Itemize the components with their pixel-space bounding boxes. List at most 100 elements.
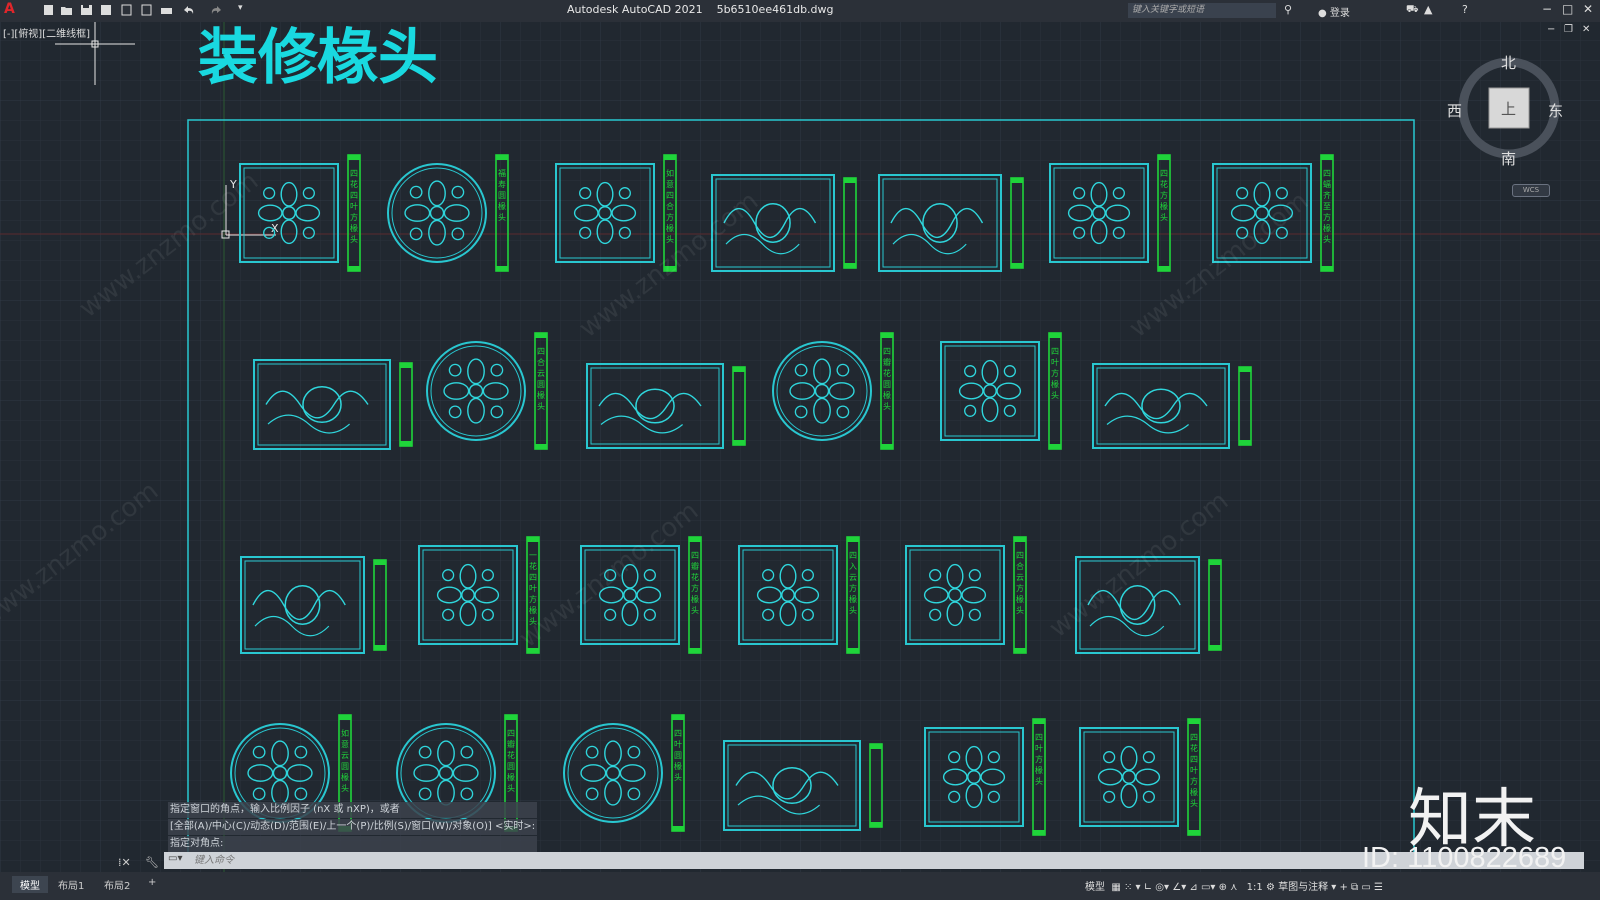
- viewport-controls[interactable]: [-][俯视][二维线框]: [3, 25, 90, 40]
- label-char: 椽: [507, 772, 515, 782]
- maximize-icon[interactable]: □: [1562, 2, 1573, 16]
- grid-icon[interactable]: ▦ ⁙ ▾ ∟ ◎▾ ∠▾ ⊿ ▭▾ ⊕ ⋏: [1108, 882, 1237, 893]
- status-tools-icon[interactable]: ▾ + ⧉ ▭ ☰: [1331, 882, 1383, 893]
- help-search-input[interactable]: 键入关键字或短语: [1128, 3, 1276, 18]
- label-char: 花: [883, 368, 891, 378]
- app-title: Autodesk AutoCAD 2021 5b6510ee461db.dwg: [567, 3, 834, 16]
- compass-south[interactable]: 南: [1501, 148, 1516, 169]
- tab-model[interactable]: 模型: [12, 876, 48, 893]
- model-space-button[interactable]: 模型: [1085, 882, 1105, 893]
- tab-layout2[interactable]: 布局2: [96, 876, 138, 893]
- close-icon[interactable]: ✕: [1583, 2, 1593, 16]
- label-char: 椽: [883, 390, 891, 400]
- minimize-icon[interactable]: −: [1542, 2, 1552, 16]
- label-char: 椽: [1016, 594, 1024, 604]
- label-char: 头: [1323, 234, 1331, 244]
- compass-east[interactable]: 东: [1548, 100, 1563, 121]
- label-char: 头: [691, 605, 699, 615]
- label-char: 方: [350, 212, 358, 222]
- label-char: 圆: [507, 762, 515, 771]
- command-input[interactable]: 键入命令: [194, 852, 234, 869]
- label-char: 椽: [1323, 223, 1331, 233]
- label-char: 圆: [674, 751, 682, 760]
- label-char: 头: [1035, 776, 1043, 786]
- autocad-logo-icon[interactable]: A: [4, 1, 17, 17]
- label-char: 瓣: [883, 357, 891, 367]
- plot-icon[interactable]: [160, 4, 173, 16]
- label-char: 一: [529, 551, 537, 560]
- search-icon[interactable]: ⚲: [1284, 3, 1297, 16]
- annotation-scale[interactable]: 1:1: [1247, 882, 1263, 893]
- help-icon[interactable]: ?: [1462, 3, 1475, 16]
- command-customize-icon[interactable]: 🔧︎: [145, 856, 159, 869]
- workspace-switch[interactable]: 草图与注释: [1278, 882, 1328, 893]
- label-char: 花: [1160, 179, 1168, 189]
- label-char: 方: [691, 583, 699, 593]
- open-web-icon[interactable]: [120, 4, 133, 16]
- label-char: 叶: [1035, 744, 1043, 753]
- tab-layout1[interactable]: 布局1: [50, 876, 92, 893]
- gear-icon[interactable]: ⚙: [1266, 882, 1275, 893]
- label-char: 云: [537, 369, 545, 378]
- command-recent-icon[interactable]: ▭▾: [168, 853, 182, 864]
- label-char: 四: [507, 729, 515, 738]
- login-button[interactable]: ● 登录: [1318, 4, 1350, 19]
- watermark-id: ID: 1100822689: [1362, 842, 1567, 874]
- label-char: 蝠: [1323, 179, 1331, 189]
- drawing-title: 装修椽头: [198, 23, 438, 93]
- label-char: 如: [666, 168, 674, 178]
- undo-icon[interactable]: [182, 4, 195, 16]
- label-char: 云: [1016, 573, 1024, 582]
- label-char: 头: [674, 772, 682, 782]
- label-char: 圆: [883, 380, 891, 389]
- label-char: 合: [1016, 561, 1024, 571]
- label-char: 头: [1016, 605, 1024, 615]
- label-char: 方: [666, 212, 674, 222]
- label-char: 四: [350, 169, 358, 178]
- a360-icon[interactable]: ▲: [1424, 3, 1437, 16]
- label-char: 福: [498, 169, 506, 178]
- label-char: 花: [507, 750, 515, 760]
- label-char: 意: [341, 739, 349, 749]
- save-as-icon[interactable]: [100, 4, 113, 16]
- save-icon[interactable]: [80, 4, 93, 16]
- label-char: 齐: [1323, 190, 1331, 200]
- wcs-menu[interactable]: WCS: [1512, 184, 1550, 197]
- label-char: 四: [1051, 347, 1059, 356]
- viewcube-top-face[interactable]: 上: [1501, 98, 1516, 119]
- customize-chevron-icon[interactable]: ▾: [238, 3, 251, 15]
- label-char: 方: [1323, 212, 1331, 222]
- label-char: 叶: [529, 584, 537, 593]
- label-char: 叶: [350, 202, 358, 211]
- label-char: 椽: [1035, 765, 1043, 775]
- label-char: 叶: [1051, 358, 1059, 367]
- compass-north[interactable]: 北: [1501, 52, 1516, 73]
- cart-icon[interactable]: ⛟: [1406, 4, 1419, 16]
- label-char: 椽: [1051, 379, 1059, 389]
- label-char: 头: [1190, 798, 1198, 808]
- label-char: 头: [498, 212, 506, 222]
- add-layout-button[interactable]: +: [140, 876, 164, 889]
- new-file-icon[interactable]: [42, 4, 55, 16]
- label-char: 方: [849, 583, 857, 593]
- label-char: 四: [1190, 733, 1198, 742]
- label-char: 合: [666, 201, 674, 211]
- label-char: 四: [674, 729, 682, 738]
- title-bar: A ▾ Autodesk AutoCAD 2021 5b6510ee461db.…: [0, 0, 1600, 22]
- open-folder-icon[interactable]: [60, 4, 73, 16]
- compass-west[interactable]: 西: [1447, 100, 1462, 121]
- label-char: 四: [537, 347, 545, 356]
- label-char: 圆: [341, 762, 349, 771]
- label-char: 四: [1016, 551, 1024, 560]
- redo-icon[interactable]: [210, 4, 223, 16]
- command-history: 指定窗口的角点，输入比例因子 (nX 或 nXP)，或者 [全部(A)/中心(C…: [168, 802, 538, 853]
- command-close-icon[interactable]: ⁞✕: [118, 856, 131, 869]
- label-char: 椽: [1160, 201, 1168, 211]
- status-tray: 模型 ▦ ⁙ ▾ ∟ ◎▾ ∠▾ ⊿ ▭▾ ⊕ ⋏ 1:1 ⚙ 草图与注释 ▾ …: [1085, 878, 1383, 893]
- label-char: 头: [883, 401, 891, 411]
- save-web-icon[interactable]: [140, 4, 153, 16]
- command-history-line: 指定窗口的角点，输入比例因子 (nX 或 nXP)，或者: [168, 802, 538, 818]
- label-char: 四: [1190, 755, 1198, 764]
- label-char: 花: [350, 179, 358, 189]
- drawing-canvas[interactable]: Y X 装修椽头 四花四叶方椽头福寿圆椽头如意四合方椽头四花方椽头四蝠齐至方椽头…: [0, 22, 1600, 872]
